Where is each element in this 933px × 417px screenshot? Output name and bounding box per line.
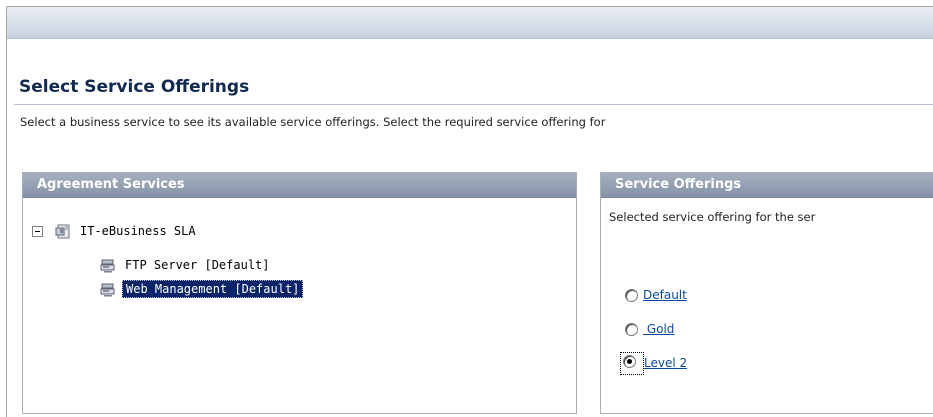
offering-option-default[interactable]: Default: [625, 285, 687, 305]
tree-node-ftp-server[interactable]: FTP Server [Default]: [100, 255, 273, 275]
agreement-services-header: Agreement Services: [23, 173, 576, 198]
agreement-services-panel: Agreement Services IT-eBusiness SLA FTP …: [22, 172, 577, 414]
tree-label[interactable]: IT-eBusiness SLA: [77, 223, 199, 239]
service-offerings-panel: Service Offerings Selected service offer…: [600, 172, 933, 414]
tree-node-web-management[interactable]: Web Management [Default]: [100, 279, 304, 299]
page-title: Select Service Offerings: [19, 77, 250, 97]
radio-default[interactable]: [625, 288, 638, 302]
offering-link-gold[interactable]: Gold: [643, 322, 675, 336]
service-icon: [100, 281, 116, 297]
offering-link-default[interactable]: Default: [643, 288, 687, 302]
service-offerings-header: Service Offerings: [601, 173, 933, 198]
page-description: Select a business service to see its ava…: [20, 115, 606, 129]
tree-label-selected[interactable]: Web Management [Default]: [122, 280, 304, 298]
offerings-description: Selected service offering for the ser: [609, 210, 816, 224]
radio-focus-ring: [620, 351, 644, 375]
radio-level-2[interactable]: [623, 354, 636, 368]
radio-gold[interactable]: [625, 322, 638, 336]
agreement-icon: [55, 223, 71, 239]
service-icon: [100, 257, 116, 273]
tree-node-it-ebusiness-sla[interactable]: IT-eBusiness SLA: [32, 221, 199, 241]
tree-label[interactable]: FTP Server [Default]: [122, 257, 273, 273]
offering-option-level-2[interactable]: Level 2: [620, 351, 687, 375]
offering-link-level-2[interactable]: Level 2: [644, 356, 687, 370]
offering-option-gold[interactable]: Gold: [625, 319, 674, 339]
title-divider: [14, 104, 933, 105]
collapse-icon[interactable]: [32, 225, 43, 237]
top-toolbar: [7, 7, 933, 39]
